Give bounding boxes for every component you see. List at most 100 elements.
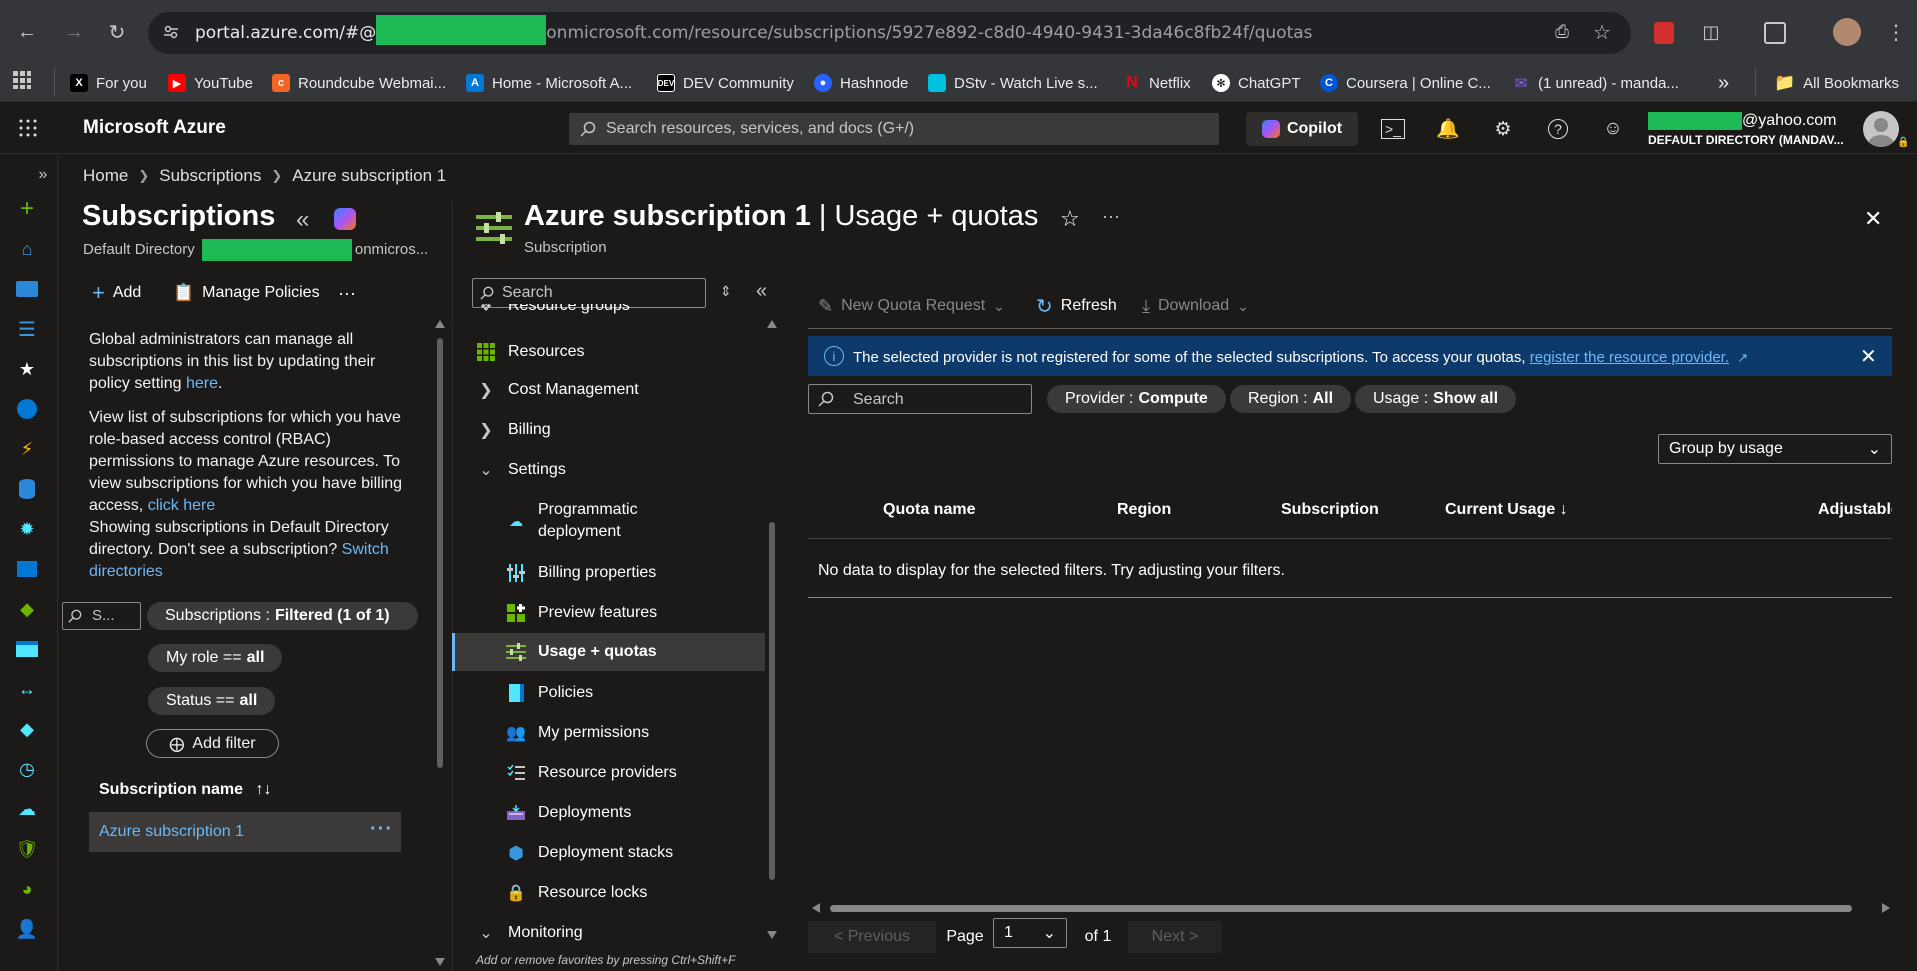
menu-item-settings[interactable]: ⌄ Settings xyxy=(476,451,566,489)
menu-item-resource-providers[interactable]: Resource providers xyxy=(506,754,677,792)
menu-item-resource-locks[interactable]: 🔒 Resource locks xyxy=(506,874,647,912)
expand-collapse-icon[interactable]: ⇕ xyxy=(720,283,732,300)
row-more-icon[interactable]: ··· xyxy=(370,818,393,841)
column-header-adjustable[interactable]: Adjustable xyxy=(1818,501,1892,519)
sql-database-icon[interactable] xyxy=(14,476,40,502)
translate-icon[interactable] xyxy=(1764,22,1786,44)
notifications-bell-icon[interactable]: 🔔 xyxy=(1433,114,1463,144)
breadcrumb-subscription[interactable]: Azure subscription 1 xyxy=(292,166,446,186)
defender-icon[interactable]: 🛡 xyxy=(14,836,40,862)
storage-accounts-icon[interactable] xyxy=(14,636,40,662)
bookmark-coursera[interactable]: C Coursera | Online C... xyxy=(1320,66,1491,100)
pdf-extension-icon[interactable] xyxy=(1654,22,1674,44)
menu-item-billing[interactable]: ❯ Billing xyxy=(476,411,550,449)
advisor-icon[interactable]: ☁ xyxy=(14,796,40,822)
extensions-icon[interactable]: ◫ xyxy=(1693,14,1729,50)
create-resource-icon[interactable]: + xyxy=(14,195,40,222)
profile-avatar-icon[interactable] xyxy=(1833,18,1861,46)
menu-scrollbar[interactable] xyxy=(766,318,778,941)
menu-item-programmatic-deployment[interactable]: ☁ Programmatic deployment xyxy=(506,498,638,544)
entra-id-icon[interactable]: ◆ xyxy=(14,716,40,742)
subscription-link[interactable]: Azure subscription 1 xyxy=(99,823,244,841)
virtual-networks-icon[interactable]: ↔ xyxy=(14,676,40,702)
filter-status-pill[interactable]: Status == all xyxy=(148,687,276,715)
resource-groups-icon[interactable] xyxy=(14,396,40,422)
portal-menu-icon[interactable] xyxy=(18,118,38,138)
install-app-icon[interactable]: ⎙ xyxy=(1544,14,1580,50)
filter-provider-pill[interactable]: Provider : Compute xyxy=(1047,385,1226,413)
home-icon[interactable]: ⌂ xyxy=(14,236,40,262)
subscriptions-scrollbar[interactable] xyxy=(434,318,446,968)
help-support-icon[interactable]: 👤 xyxy=(14,916,40,942)
menu-item-usage-quotas[interactable]: Usage + quotas xyxy=(506,633,657,671)
page-number-select[interactable]: 1 ⌄ xyxy=(993,918,1067,948)
forward-arrow-icon[interactable]: → xyxy=(56,14,92,50)
close-icon[interactable]: ✕ xyxy=(1864,206,1882,232)
all-bookmarks-button[interactable]: 📁 All Bookmarks xyxy=(1774,66,1899,100)
download-button[interactable]: ⤓ Download ⌄ xyxy=(1142,294,1249,318)
bookmark-x[interactable]: X For you xyxy=(70,66,147,100)
favorite-star-icon[interactable]: ☆ xyxy=(1060,206,1080,232)
favorites-star-icon[interactable]: ★ xyxy=(14,356,40,382)
close-banner-icon[interactable]: ✕ xyxy=(1860,344,1877,369)
new-quota-request-button[interactable]: ✎ New Quota Request ⌄ xyxy=(818,294,1005,318)
collapse-blade-icon[interactable]: « xyxy=(296,206,309,234)
back-arrow-icon[interactable]: ← xyxy=(9,14,45,50)
browser-menu-icon[interactable]: ⋮ xyxy=(1878,14,1914,50)
load-balancer-icon[interactable]: ◆ xyxy=(14,596,40,622)
star-icon[interactable]: ☆ xyxy=(1584,14,1620,50)
menu-item-my-permissions[interactable]: 👥 My permissions xyxy=(506,714,649,752)
menu-item-preview-features[interactable]: Preview features xyxy=(506,594,657,632)
virtual-machines-icon[interactable] xyxy=(14,556,40,582)
copilot-icon[interactable] xyxy=(334,208,356,230)
click-here-link[interactable]: click here xyxy=(148,497,216,514)
more-icon[interactable]: ··· xyxy=(1102,206,1120,227)
add-button[interactable]: + Add xyxy=(92,280,141,305)
more-bookmarks-button[interactable]: » xyxy=(1718,66,1729,100)
copilot-button[interactable]: Copilot xyxy=(1246,112,1358,146)
menu-item-deployments[interactable]: Deployments xyxy=(506,794,631,832)
cosmos-db-icon[interactable]: ✹ xyxy=(14,516,40,542)
bookmark-dev[interactable]: DEV DEV Community xyxy=(657,66,794,100)
all-services-icon[interactable]: ☰ xyxy=(14,316,40,342)
dashboard-icon[interactable] xyxy=(14,276,40,302)
bookmark-dstv[interactable]: DStv - Watch Live s... xyxy=(928,66,1098,100)
next-page-button[interactable]: Next > xyxy=(1128,921,1222,953)
avatar[interactable] xyxy=(1863,111,1899,147)
apps-grid-icon[interactable] xyxy=(12,70,32,90)
filter-subscriptions-pill[interactable]: Subscriptions : Filtered (1 of 1) xyxy=(147,602,418,630)
cloud-shell-icon[interactable]: >_ xyxy=(1378,114,1408,144)
refresh-button[interactable]: ↻ Refresh xyxy=(1036,294,1117,318)
filter-usage-pill[interactable]: Usage : Show all xyxy=(1355,385,1517,413)
reload-icon[interactable]: ↻ xyxy=(99,14,135,50)
collapse-menu-icon[interactable]: « xyxy=(756,280,767,303)
bookmark-microsoft[interactable]: A Home - Microsoft A... xyxy=(466,66,632,100)
menu-item-resource-groups[interactable]: ❖ Resource groups xyxy=(452,304,764,321)
feedback-icon[interactable]: ☺ xyxy=(1598,114,1628,144)
bookmark-youtube[interactable]: ▶ YouTube xyxy=(168,66,253,100)
settings-gear-icon[interactable]: ⚙ xyxy=(1488,114,1518,144)
bookmark-roundcube[interactable]: c Roundcube Webmai... xyxy=(272,66,446,100)
group-by-select[interactable]: Group by usage ⌄ xyxy=(1658,434,1892,464)
azure-brand[interactable]: Microsoft Azure xyxy=(83,117,226,139)
here-link[interactable]: here xyxy=(186,375,218,392)
menu-item-monitoring[interactable]: ⌄ Monitoring xyxy=(476,914,582,952)
breadcrumb-subscriptions[interactable]: Subscriptions xyxy=(159,166,261,186)
menu-item-billing-properties[interactable]: Billing properties xyxy=(506,554,656,592)
menu-item-cost-management[interactable]: ❯ Cost Management xyxy=(476,371,638,409)
menu-item-deployment-stacks[interactable]: ⬢ Deployment stacks xyxy=(506,834,673,872)
column-header-subscription[interactable]: Subscription xyxy=(1281,501,1379,519)
sort-icon[interactable]: ↑↓ xyxy=(255,781,271,798)
quota-search-input[interactable] xyxy=(808,384,1032,414)
column-header-subscription-name[interactable]: Subscription name ↑↓ xyxy=(99,781,271,799)
column-header-quota-name[interactable]: Quota name xyxy=(883,501,975,519)
bookmark-hashnode[interactable]: ● Hashnode xyxy=(814,66,908,100)
bookmark-mail[interactable]: ✉ (1 unread) - manda... xyxy=(1512,66,1679,100)
monitor-icon[interactable]: ◷ xyxy=(14,756,40,782)
expand-menu-icon[interactable]: » xyxy=(30,162,56,188)
site-info-icon[interactable] xyxy=(163,24,179,40)
column-header-current-usage[interactable]: Current Usage ↓ xyxy=(1445,501,1568,519)
breadcrumb-home[interactable]: Home xyxy=(83,166,128,186)
user-email[interactable]: @yahoo.com xyxy=(1648,112,1837,130)
horizontal-scrollbar[interactable] xyxy=(810,899,1892,917)
